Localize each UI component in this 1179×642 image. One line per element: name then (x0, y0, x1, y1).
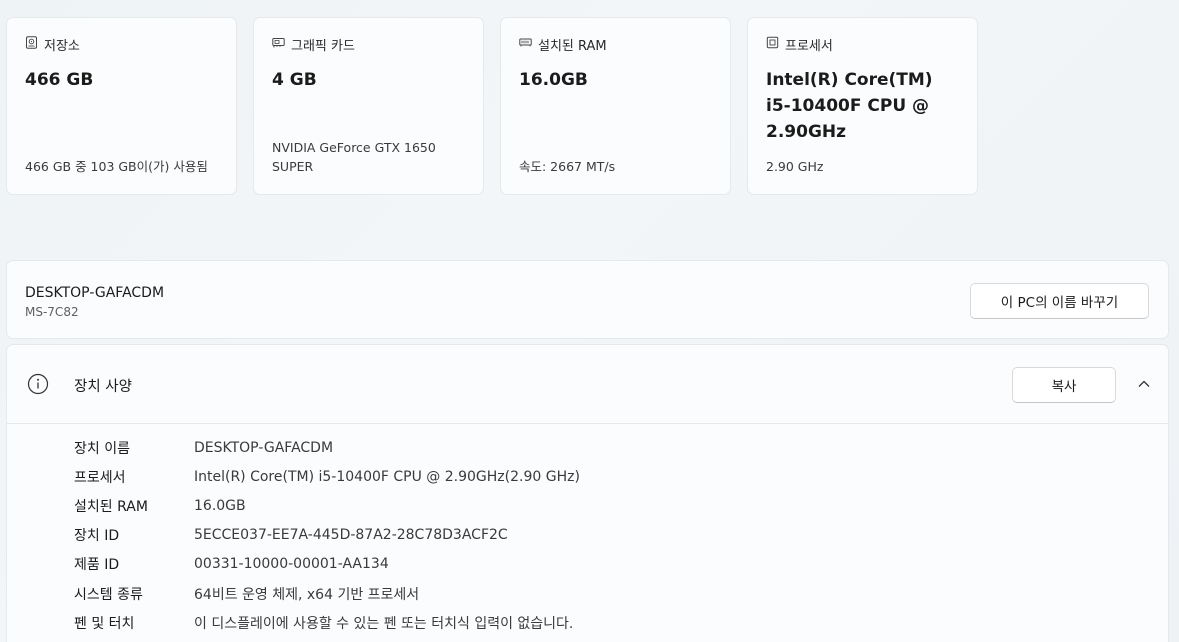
spec-row-device-name: 장치 이름 DESKTOP-GAFACDM (74, 433, 580, 462)
spec-key: 프로세서 (74, 469, 126, 486)
storage-card[interactable]: 저장소 466 GB 466 GB 중 103 GB이(가) 사용됨 (6, 17, 237, 195)
spec-row-system-type: 시스템 종류 64비트 운영 체제, x64 기반 프로세서 (74, 579, 580, 608)
about-page: 저장소 466 GB 466 GB 중 103 GB이(가) 사용됨 그래픽 카… (0, 0, 1179, 642)
ram-card-sub: 속도: 2667 MT/s (519, 159, 616, 174)
device-name-panel: DESKTOP-GAFACDM MS-7C82 이 PC의 이름 바꾸기 (6, 260, 1169, 339)
spec-value: Intel(R) Core(TM) i5-10400F CPU @ 2.90GH… (194, 468, 580, 485)
storage-card-label: 저장소 (44, 38, 80, 54)
processor-card-label: 프로세서 (785, 38, 833, 54)
spec-key: 펜 및 터치 (74, 615, 135, 632)
processor-card-sub: 2.90 GHz (766, 159, 824, 174)
spec-rows: 장치 이름 DESKTOP-GAFACDM 프로세서 Intel(R) Core… (74, 433, 580, 637)
graphics-card-value: 4 GB (272, 70, 317, 90)
spec-value: 이 디스플레이에 사용할 수 있는 펜 또는 터치식 입력이 없습니다. (194, 615, 574, 632)
copy-button[interactable]: 복사 (1012, 367, 1116, 403)
spec-key: 시스템 종류 (74, 586, 143, 603)
spec-row-processor: 프로세서 Intel(R) Core(TM) i5-10400F CPU @ 2… (74, 462, 580, 491)
spec-key: 장치 이름 (74, 440, 130, 457)
info-icon (27, 373, 49, 395)
device-name: DESKTOP-GAFACDM (25, 285, 165, 301)
graphics-card-card[interactable]: 그래픽 카드 4 GB NVIDIA GeForce GTX 1650 SUPE… (253, 17, 484, 195)
spec-row-product-id: 제품 ID 00331-10000-00001-AA134 (74, 550, 580, 579)
spec-value: 00331-10000-00001-AA134 (194, 556, 389, 573)
graphics-card-sub: NVIDIA GeForce GTX 1650 SUPER (272, 140, 436, 174)
device-model: MS-7C82 (25, 305, 79, 319)
processor-card[interactable]: 프로세서 Intel(R) Core(TM) i5-10400F CPU @ 2… (747, 17, 978, 195)
spec-row-device-id: 장치 ID 5ECCE037-EE7A-445D-87A2-28C78D3ACF… (74, 521, 580, 550)
spec-key: 장치 ID (74, 528, 120, 545)
graphics-card-label: 그래픽 카드 (291, 38, 355, 54)
storage-card-value: 466 GB (25, 70, 94, 90)
device-specs-header[interactable]: 장치 사양 복사 (7, 345, 1168, 424)
device-specs-title: 장치 사양 (74, 379, 132, 395)
ram-icon (519, 36, 532, 53)
storage-icon (25, 35, 38, 53)
spec-key: 설치된 RAM (74, 498, 148, 515)
spec-value: 5ECCE037-EE7A-445D-87A2-28C78D3ACF2C (194, 527, 508, 544)
storage-card-sub: 466 GB 중 103 GB이(가) 사용됨 (25, 159, 208, 174)
chevron-up-icon[interactable] (1137, 377, 1151, 391)
spec-cards: 저장소 466 GB 466 GB 중 103 GB이(가) 사용됨 그래픽 카… (6, 17, 978, 195)
spec-row-ram: 설치된 RAM 16.0GB (74, 491, 580, 520)
spec-row-pen-touch: 펜 및 터치 이 디스플레이에 사용할 수 있는 펜 또는 터치식 입력이 없습… (74, 608, 580, 637)
processor-icon (766, 36, 779, 53)
device-specs-panel: 장치 사양 복사 장치 이름 DESKTOP-GAFACDM 프로세서 Inte… (6, 344, 1169, 642)
ram-card[interactable]: 설치된 RAM 16.0GB 속도: 2667 MT/s (500, 17, 731, 195)
spec-value: 64비트 운영 체제, x64 기반 프로세서 (194, 586, 420, 603)
spec-value: 16.0GB (194, 497, 246, 514)
spec-value: DESKTOP-GAFACDM (194, 439, 334, 456)
rename-pc-button[interactable]: 이 PC의 이름 바꾸기 (970, 283, 1149, 319)
ram-card-label: 설치된 RAM (538, 38, 607, 54)
graphics-card-icon (272, 36, 285, 53)
ram-card-value: 16.0GB (519, 70, 588, 90)
spec-key: 제품 ID (74, 557, 120, 574)
processor-card-value: Intel(R) Core(TM) i5-10400F CPU @ 2.90GH… (766, 70, 933, 142)
